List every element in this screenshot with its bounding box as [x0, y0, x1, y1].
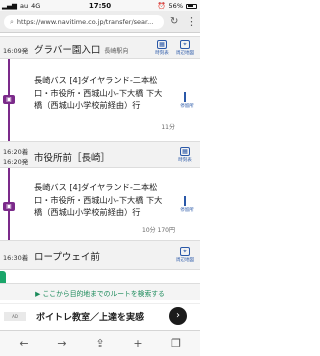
timetable-icon: ▦ — [157, 40, 167, 49]
search-icon: ⌕ — [10, 17, 14, 26]
back-icon[interactable]: ← — [14, 336, 34, 352]
new-tab-icon[interactable]: + — [128, 336, 148, 352]
bus-icon: ▣ — [3, 95, 15, 104]
segment-duration: 11分 — [161, 124, 175, 131]
arrival-time: 16:30着 — [3, 254, 29, 262]
battery-icon — [186, 3, 197, 9]
bus-stops-button[interactable]: 停留所 — [177, 92, 197, 109]
station-name: 市役所前［長崎］ — [34, 153, 111, 164]
station-row-transfer: 16:20着 16:20発 市役所前［長崎］ ▦ 時刻表 — [0, 141, 200, 168]
ad-banner[interactable]: AD ボイトレ教室／上達を実感 › — [0, 303, 200, 328]
reload-icon[interactable]: ↻ — [170, 16, 178, 27]
segment-duration-fare: 10分 170円 — [142, 227, 175, 234]
status-bar: ▂▄▆ au 4G 17:50 ⏰ 56% — [0, 0, 200, 11]
route-segment: ▣ 長崎バス [4]ダイヤランド-二本松口・市役所・西城山小-下大橋 下大橋（西… — [0, 168, 200, 240]
segment-description: 長崎バス [4]ダイヤランド-二本松口・市役所・西城山小-下大橋 下大橋（西城山… — [34, 182, 163, 217]
bus-stops-icon — [184, 92, 190, 102]
alarm-icon: ⏰ — [157, 2, 166, 10]
ad-text: ボイトレ教室／上達を実感 — [36, 313, 145, 323]
arrival-time: 16:20着 — [3, 148, 29, 156]
station-direction: 長崎駅向 — [104, 48, 129, 55]
station-row-departure: 16:09発 グラバー園入口 長崎駅向 ▦ 時刻表 ⌖ 周辺地図 — [0, 36, 200, 59]
departure-time: 16:09発 — [3, 47, 29, 55]
map-pin-icon: ⌖ — [180, 247, 190, 256]
url-text: https://www.navitime.co.jp/transfer/sear… — [16, 18, 154, 26]
forward-icon[interactable]: → — [52, 336, 72, 352]
browser-url-bar: ⌕ https://www.navitime.co.jp/transfer/se… — [0, 11, 200, 33]
station-row-arrival: 16:30着 ロープウェイ前 ⌖ 周辺地図 — [0, 240, 200, 270]
ad-logo: AD — [4, 312, 26, 321]
arrow-right-icon: ▶ — [35, 290, 43, 298]
route-search-link-text: ここから目的地までのルートを検索する — [42, 290, 165, 298]
route-segment: ▣ 長崎バス [4]ダイヤランド-二本松口・市役所・西城山小-下大橋 下大橋（西… — [0, 59, 200, 141]
station-name: グラバー園入口 長崎駅向 — [34, 45, 129, 56]
route-search-link[interactable]: ▶ ここから目的地までのルートを検索する — [0, 283, 200, 300]
menu-icon[interactable]: ⋮ — [186, 15, 197, 28]
bus-icon: ▣ — [3, 202, 15, 211]
departure-time: 16:20発 — [3, 158, 29, 166]
segment-description: 長崎バス [4]ダイヤランド-二本松口・市役所・西城山小-下大橋 下大橋（西城山… — [34, 75, 163, 110]
timetable-button[interactable]: ▦ 時刻表 — [176, 147, 194, 163]
timetable-button[interactable]: ▦ 時刻表 — [153, 40, 171, 56]
battery-percent: 56% — [168, 2, 183, 10]
area-map-button[interactable]: ⌖ 周辺地図 — [176, 40, 194, 56]
browser-toolbar: ← → ⇪ + ❐ — [0, 330, 200, 356]
map-pin-icon: ⌖ — [180, 40, 190, 49]
area-map-button[interactable]: ⌖ 周辺地図 — [176, 247, 194, 263]
station-name: ロープウェイ前 — [34, 252, 100, 263]
bus-stops-button[interactable]: 停留所 — [177, 196, 197, 213]
url-field[interactable]: ⌕ https://www.navitime.co.jp/transfer/se… — [4, 15, 164, 29]
bus-stops-icon — [184, 196, 190, 206]
tabs-icon[interactable]: ❐ — [166, 336, 186, 352]
ad-go-button[interactable]: › — [169, 307, 187, 325]
timetable-icon: ▦ — [180, 147, 190, 156]
share-icon[interactable]: ⇪ — [90, 336, 110, 352]
